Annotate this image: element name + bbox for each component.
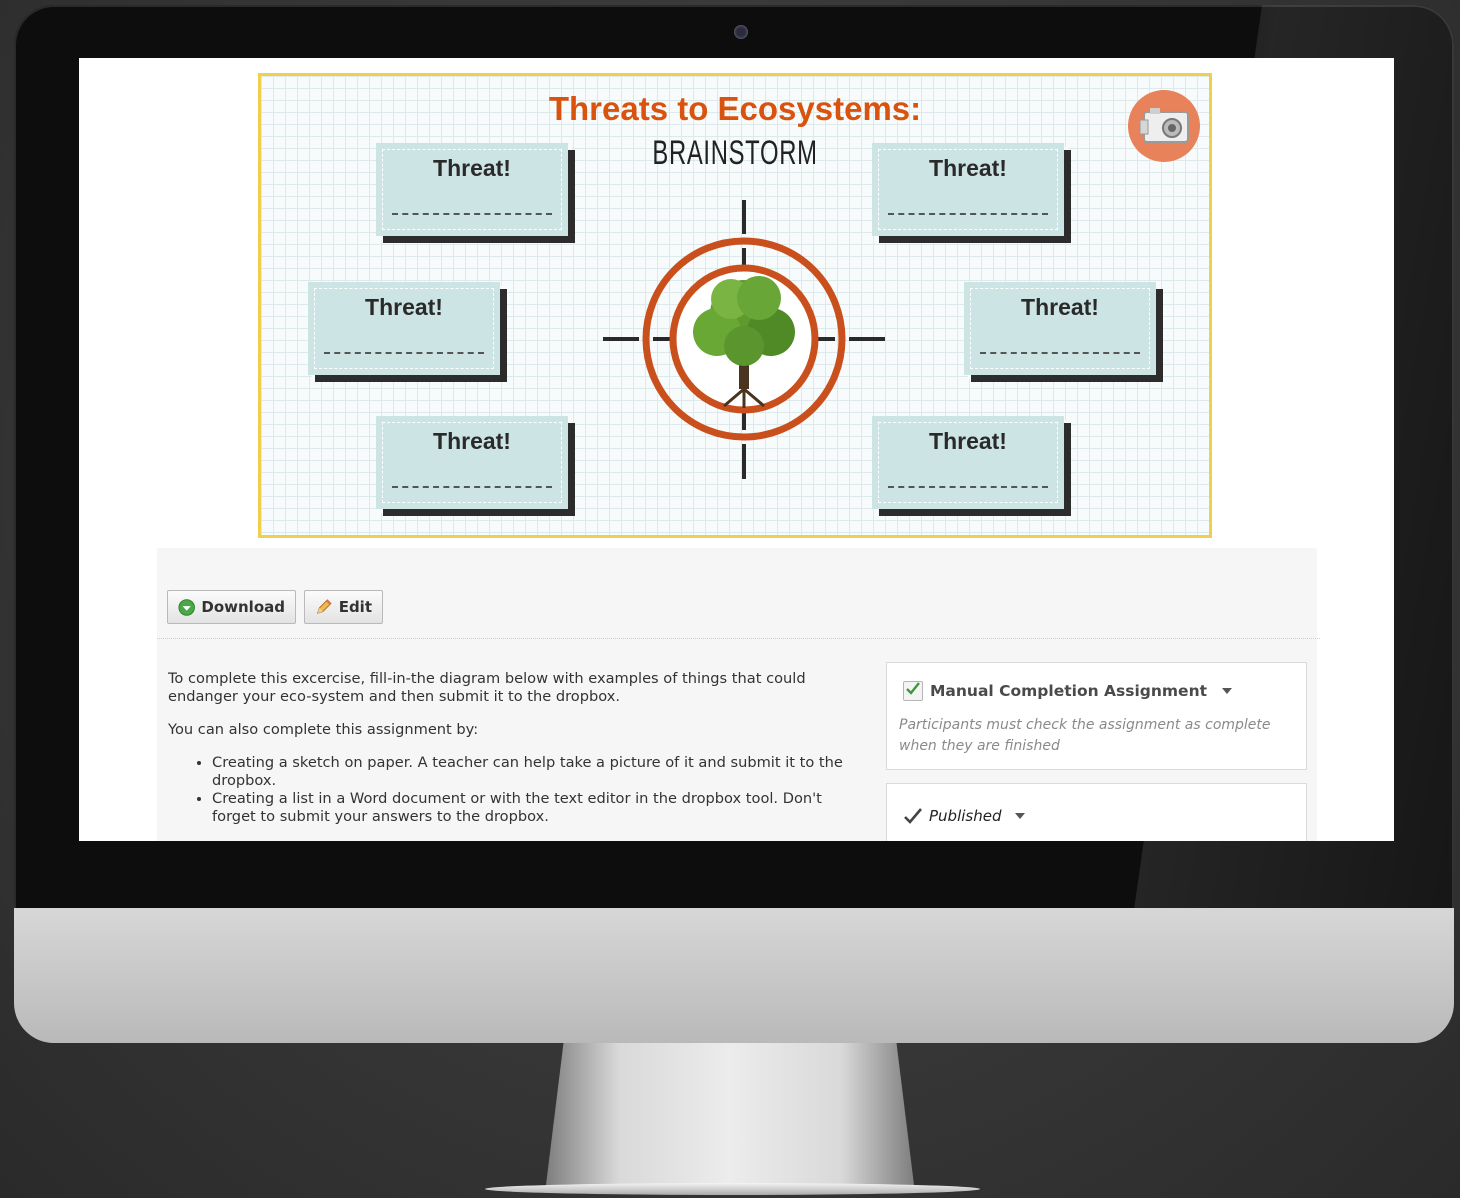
camera-icon <box>1128 90 1200 162</box>
divider <box>157 638 1320 639</box>
completion-heading: Manual Completion Assignment <box>930 682 1208 700</box>
threat-card-mid-right: Threat! <box>964 282 1156 375</box>
threat-blank-line <box>324 352 484 354</box>
completion-dropdown[interactable]: Manual Completion Assignment <box>903 681 1233 701</box>
download-icon <box>178 598 195 616</box>
threat-blank-line <box>888 213 1048 215</box>
webcam-icon <box>734 25 748 39</box>
edit-button[interactable]: Edit <box>304 590 383 624</box>
description-intro: To complete this excercise, fill-in-the … <box>168 670 806 705</box>
threat-blank-line <box>980 352 1140 354</box>
threat-label: Threat! <box>929 428 1007 454</box>
completion-panel: Manual Completion Assignment Participant… <box>886 662 1307 770</box>
monitor-stand-base <box>485 1183 980 1195</box>
download-label: Download <box>201 598 285 616</box>
completion-help-text: Participants must check the assignment a… <box>899 717 1271 754</box>
threat-card-top-right: Threat! <box>872 143 1064 236</box>
threat-label: Threat! <box>929 155 1007 181</box>
threat-card-bottom-left: Threat! <box>376 416 568 509</box>
chevron-down-icon[interactable] <box>1015 813 1026 819</box>
description-also: You can also complete this assignment by… <box>168 721 479 738</box>
monitor-stand <box>545 1043 915 1193</box>
monitor-chin <box>14 908 1454 1043</box>
threat-blank-line <box>392 213 552 215</box>
publish-panel: Published <box>886 783 1307 841</box>
chevron-down-icon[interactable] <box>1222 688 1233 694</box>
threat-label: Threat! <box>1021 294 1099 320</box>
checkmark-icon <box>906 682 920 695</box>
publish-status-dropdown[interactable]: Published <box>903 807 1026 825</box>
checkmark-icon <box>904 808 922 824</box>
threat-label: Threat! <box>365 294 443 320</box>
edit-label: Edit <box>338 598 372 616</box>
list-item: Creating a list in a Word document or wi… <box>212 790 858 826</box>
diagram-title: Threats to Ecosystems: <box>548 90 922 127</box>
threat-label: Threat! <box>433 428 511 454</box>
threat-blank-line <box>888 486 1048 488</box>
list-item: Creating a sketch on paper. A teacher ca… <box>212 754 858 790</box>
assignment-description: To complete this excercise, fill-in-the … <box>168 670 858 826</box>
threat-blank-line <box>392 486 552 488</box>
pencil-icon <box>316 599 332 614</box>
download-button[interactable]: Download <box>167 590 296 624</box>
threat-label: Threat! <box>433 155 511 181</box>
screen: Threats to Ecosystems: BRAINSTORM Threat… <box>79 58 1394 841</box>
diagram-image: Threats to Ecosystems: BRAINSTORM Threat… <box>258 73 1212 538</box>
target-crosshair-icon <box>603 200 885 479</box>
threat-card-bottom-right: Threat! <box>872 416 1064 509</box>
threat-card-mid-left: Threat! <box>308 282 500 375</box>
options-list: Creating a sketch on paper. A teacher ca… <box>168 754 858 826</box>
publish-status-label: Published <box>929 807 1002 825</box>
threat-card-top-left: Threat! <box>376 143 568 236</box>
completion-checkbox[interactable] <box>903 681 923 701</box>
